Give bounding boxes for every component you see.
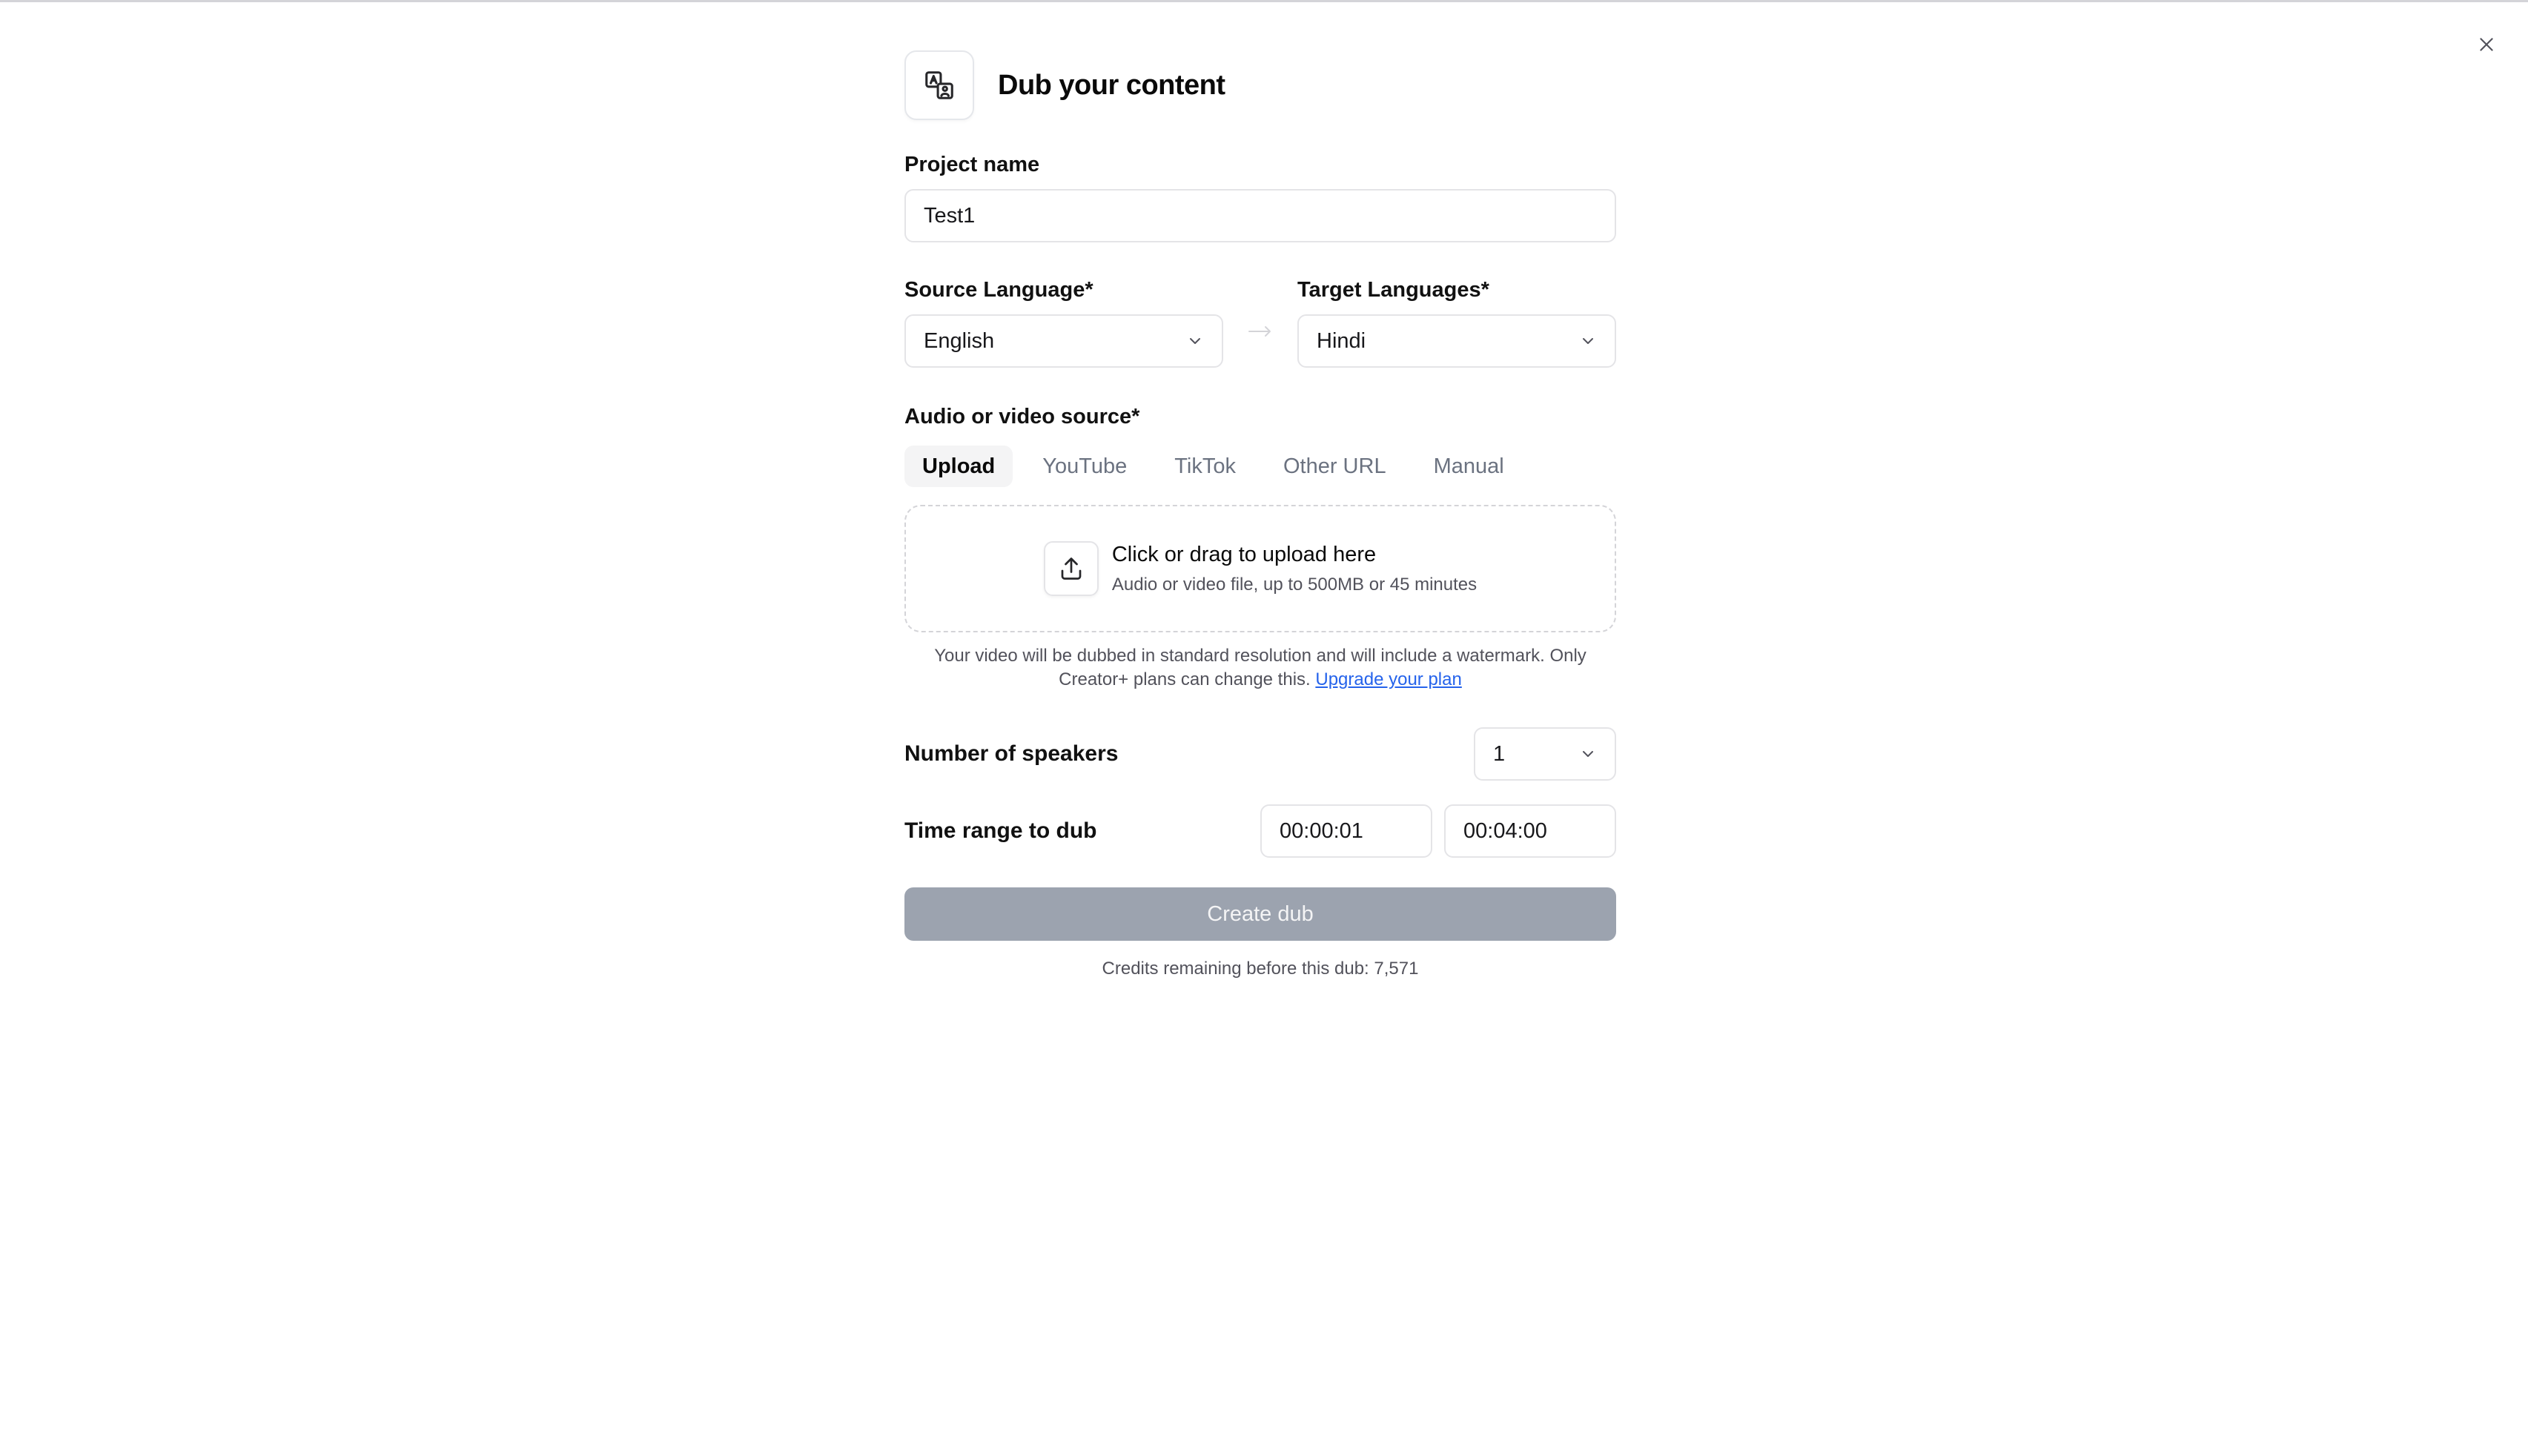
dropzone-subtitle: Audio or video file, up to 500MB or 45 m… (1111, 574, 1478, 595)
tab-other-url[interactable]: Other URL (1265, 446, 1404, 487)
notice-line-1: Your video will be dubbed in standard re… (934, 646, 1586, 666)
project-name-input[interactable]: Test1 (904, 189, 1616, 242)
source-language-value: English (924, 328, 995, 353)
close-button[interactable] (2472, 31, 2501, 61)
credits-remaining: Credits remaining before this dub: 7,571 (1102, 959, 1419, 979)
tab-tiktok[interactable]: TikTok (1157, 446, 1254, 487)
tab-upload[interactable]: Upload (904, 446, 1013, 487)
notice-line-2-text: Creator+ plans can change this. (1059, 669, 1311, 689)
time-range-label: Time range to dub (904, 818, 1097, 843)
upgrade-plan-link[interactable]: Upgrade your plan (1315, 669, 1461, 689)
notice-line-2: Creator+ plans can change this. Upgrade … (904, 668, 1616, 692)
dropzone-title: Click or drag to upload here (1111, 542, 1377, 566)
dialog-title: Dub your content (998, 69, 1225, 101)
speakers-select[interactable]: 1 (1474, 727, 1616, 781)
dropzone-text: Click or drag to upload here Audio or vi… (1112, 543, 1477, 595)
create-dub-button[interactable]: Create dub (904, 887, 1616, 941)
watermark-notice: Your video will be dubbed in standard re… (904, 644, 1616, 692)
upload-dropzone[interactable]: Click or drag to upload here Audio or vi… (904, 505, 1616, 632)
time-start-input[interactable]: 00:00:01 (1260, 804, 1432, 858)
source-tabs: Upload YouTube TikTok Other URL Manual (904, 446, 1616, 487)
arrow-right-icon (1223, 278, 1297, 339)
target-language-value: Hindi (1317, 328, 1366, 353)
chevron-down-icon (1190, 338, 1200, 344)
dub-dialog: Dub your content Project name Test1 Sour… (904, 49, 1616, 979)
target-language-label: Target Languages* (1297, 278, 1489, 302)
upload-icon (1043, 541, 1099, 596)
chevron-down-icon (1583, 751, 1593, 757)
speakers-value: 1 (1493, 741, 1506, 766)
target-language-group: Target Languages* Hindi (1297, 278, 1616, 368)
speakers-label: Number of speakers (904, 741, 1119, 766)
time-range-row: Time range to dub 00:00:01 00:04:00 (904, 804, 1616, 858)
translate-icon (904, 50, 974, 120)
time-range-inputs: 00:00:01 00:04:00 (1248, 804, 1616, 858)
time-end-input[interactable]: 00:04:00 (1444, 804, 1616, 858)
source-language-select[interactable]: English (904, 314, 1223, 368)
language-row: Source Language* English Target Language… (904, 278, 1616, 368)
project-name-label: Project name (904, 153, 1040, 176)
source-language-label: Source Language* (904, 278, 1093, 302)
tab-youtube[interactable]: YouTube (1025, 446, 1145, 487)
dialog-header: Dub your content (904, 49, 1616, 122)
source-language-group: Source Language* English (904, 278, 1223, 368)
top-divider (0, 0, 2528, 2)
source-label: Audio or video source* (904, 405, 1140, 428)
speakers-row: Number of speakers 1 (904, 727, 1616, 781)
tab-manual[interactable]: Manual (1416, 446, 1522, 487)
close-icon (2477, 35, 2496, 58)
target-language-select[interactable]: Hindi (1297, 314, 1616, 368)
chevron-down-icon (1583, 338, 1593, 344)
